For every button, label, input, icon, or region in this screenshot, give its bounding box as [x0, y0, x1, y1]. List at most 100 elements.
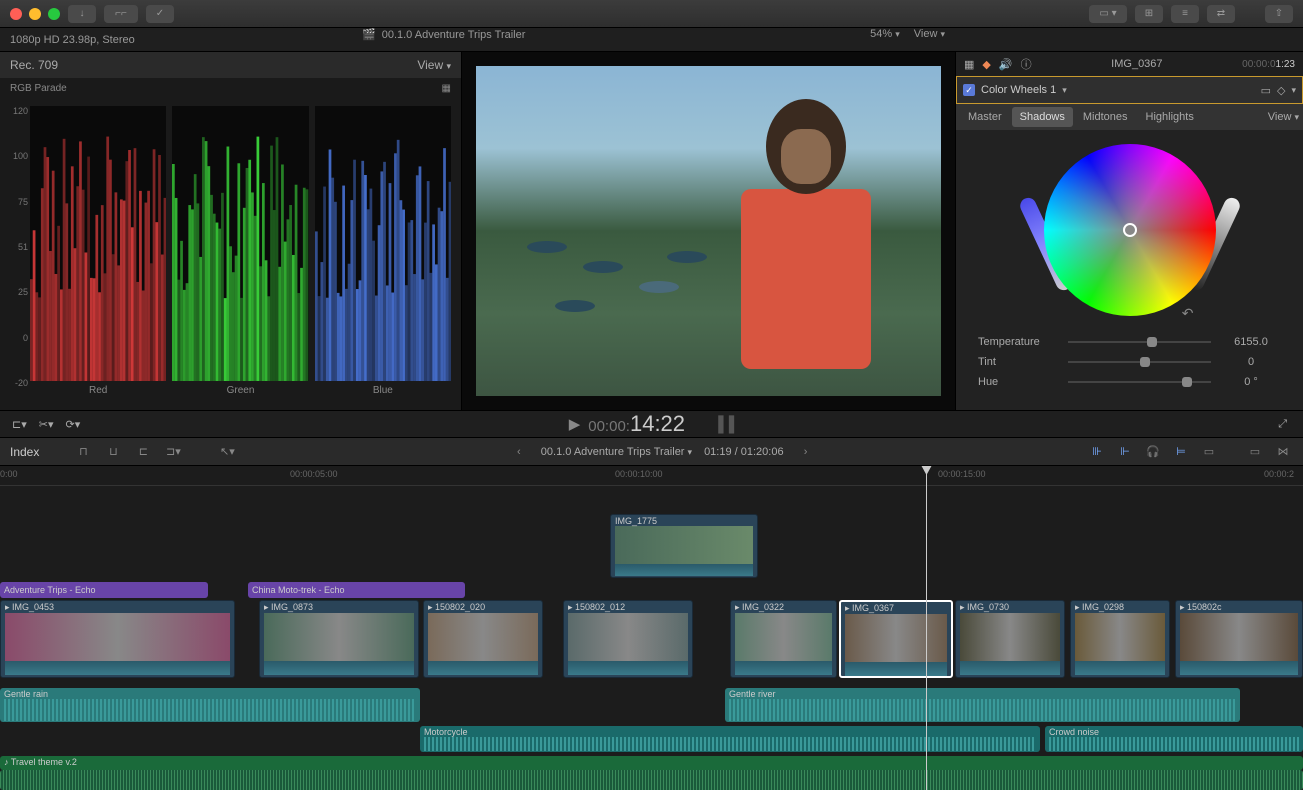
music-waveform[interactable] — [0, 770, 1303, 790]
scopes-view-menu[interactable]: View ▾ — [417, 58, 451, 72]
render-button[interactable]: ▭ — [1199, 444, 1219, 460]
audio-clip[interactable]: Gentle rain — [0, 688, 420, 722]
play-button[interactable]: ▶ — [569, 415, 581, 433]
title-clip[interactable]: Adventure Trips - Echo — [0, 582, 208, 598]
audio-clip[interactable]: Motorcycle — [420, 726, 1040, 752]
keyword-button[interactable]: ⌐⌐ — [104, 5, 138, 23]
viewer-project-title: 00.1.0 Adventure Trips Trailer — [382, 29, 526, 41]
color-wheel-handle[interactable] — [1123, 223, 1137, 237]
transport-timecode: 00:00:14:22 — [588, 411, 685, 437]
tint-label: Tint — [978, 356, 1058, 368]
select-tool-button[interactable]: ↖▾ — [217, 444, 237, 460]
audio-inspector-icon[interactable]: 🔊 — [999, 58, 1013, 71]
effect-enable-checkbox[interactable]: ✓ — [963, 84, 975, 96]
timeline[interactable]: 0:0000:00:05:0000:00:10:0000:00:15:0000:… — [0, 466, 1303, 790]
scopes-subheader: RGB Parade ▦ — [0, 78, 461, 98]
connected-clip[interactable]: IMG_1775 — [610, 514, 758, 578]
video-inspector-icon[interactable]: ▦ — [964, 58, 974, 71]
tools-menu[interactable]: ✂▾ — [39, 418, 54, 431]
video-clip[interactable]: ▸ 150802c — [1175, 600, 1303, 678]
video-clip[interactable]: ▸ IMG_0873 — [259, 600, 419, 678]
viewer-zoom-menu[interactable]: 54% ▾ — [870, 28, 900, 40]
reset-icon[interactable]: ↶ — [1182, 305, 1194, 322]
timeline-toolbar: Index ⊓ ⊔ ⊏ ⊐▾ ↖▾ ‹ 00.1.0 Adventure Tri… — [0, 438, 1303, 466]
inspector-view-menu[interactable]: View ▾ — [1268, 111, 1299, 123]
clip-trim-menu[interactable]: ⊏▾ — [12, 418, 27, 431]
share-button[interactable]: ⇧ — [1265, 5, 1293, 23]
inspector-clip-name: IMG_0367 — [1040, 58, 1235, 70]
list-view-button[interactable]: ≡ — [1171, 5, 1199, 23]
inspector-header: ▦ ◆ 🔊 ⓘ IMG_0367 00:00:000:00:01:231:23 — [956, 52, 1303, 76]
solo-button[interactable]: 🎧 — [1143, 444, 1163, 460]
video-clip[interactable]: ▸ IMG_0730 — [955, 600, 1065, 678]
transitions-browser-button[interactable]: ⋈ — [1273, 444, 1293, 460]
tint-value: 0 — [1221, 356, 1281, 368]
append-clip-button[interactable]: ⊏ — [133, 444, 153, 460]
fullscreen-window-button[interactable] — [48, 8, 60, 20]
close-window-button[interactable] — [10, 8, 22, 20]
viewer-view-menu[interactable]: View ▾ — [914, 28, 945, 40]
hue-label: Hue — [978, 376, 1058, 388]
mask-icon[interactable]: ▭ — [1261, 84, 1271, 97]
effect-name[interactable]: Color Wheels 1 — [981, 84, 1056, 96]
timeline-history-forward-button[interactable]: › — [796, 444, 816, 460]
background-tasks-button[interactable]: ✓ — [146, 5, 174, 23]
video-clip[interactable]: ▸ IMG_0322 — [730, 600, 837, 678]
timeline-ruler[interactable]: 0:0000:00:05:0000:00:10:0000:00:15:0000:… — [0, 466, 1303, 486]
tab-master[interactable]: Master — [960, 107, 1010, 127]
info-inspector-icon[interactable]: ⓘ — [1021, 56, 1032, 72]
video-clip[interactable]: ▸ 150802_012 — [563, 600, 693, 678]
titlebar: ↓ ⌐⌐ ✓ ▭ ▾ ⊞ ≡ ⇄ ⇧ — [0, 0, 1303, 28]
audio-clip[interactable]: Gentle river — [725, 688, 1240, 722]
audio-skimming-button[interactable]: ⊩ — [1115, 444, 1135, 460]
clip-appearance-button[interactable]: ⊞ — [1135, 5, 1163, 23]
ruler-tick: 00:00:10:00 — [615, 469, 663, 479]
timeline-index-button[interactable]: Index — [10, 444, 39, 460]
tab-shadows[interactable]: Shadows — [1012, 107, 1073, 127]
effects-browser-button[interactable]: ▭ — [1245, 444, 1265, 460]
skimming-button[interactable]: ⊪ — [1087, 444, 1107, 460]
colorspace-label: Rec. 709 — [10, 58, 58, 72]
timeline-project-name[interactable]: 00.1.0 Adventure Trips Trailer ▾ — [541, 446, 692, 458]
scope-settings-icon[interactable]: ▦ — [442, 83, 451, 94]
viewer-canvas[interactable] — [476, 66, 941, 396]
overwrite-clip-button[interactable]: ⊐▾ — [163, 444, 183, 460]
arrange-button[interactable]: ▭ ▾ — [1089, 5, 1127, 23]
temperature-slider[interactable] — [1068, 341, 1211, 343]
fullscreen-icon[interactable]: ⤢ — [1278, 418, 1287, 431]
keyframe-icon[interactable]: ◇ — [1277, 84, 1285, 97]
retime-menu[interactable]: ⟳▾ — [66, 418, 81, 431]
playhead[interactable] — [926, 466, 927, 790]
audio-clip[interactable]: Crowd noise — [1045, 726, 1303, 752]
hue-slider[interactable] — [1068, 381, 1211, 383]
snapping-button[interactable]: ⊨ — [1171, 444, 1191, 460]
video-clip[interactable]: ▸ IMG_0298 — [1070, 600, 1170, 678]
video-clip[interactable]: ▸ IMG_0367 — [839, 600, 953, 678]
timeline-tracks[interactable]: IMG_1775 Adventure Trips - Echo China Moto… — [0, 486, 1303, 790]
import-button[interactable]: ↓ — [68, 5, 96, 23]
viewer-panel: 🎬 00.1.0 Adventure Trips Trailer 54% ▾ V… — [462, 52, 955, 410]
color-wheel-tabs: MasterShadowsMidtonesHighlights View ▾ — [956, 104, 1303, 130]
tint-slider[interactable] — [1068, 361, 1211, 363]
effect-row[interactable]: ✓ Color Wheels 1 ▾ ▭ ◇ ▾ — [956, 76, 1303, 104]
tab-highlights[interactable]: Highlights — [1138, 107, 1202, 127]
transport-bar: ⊏▾ ✂▾ ⟳▾ ▶ 00:00:14:22 ▐▐ ⤢ — [0, 410, 1303, 438]
video-clip[interactable]: ▸ IMG_0453 — [0, 600, 235, 678]
minimize-window-button[interactable] — [29, 8, 41, 20]
color-inspector-icon[interactable]: ◆ — [982, 58, 990, 71]
ruler-tick: 00:00:15:00 — [938, 469, 986, 479]
music-clip[interactable]: ♪ Travel theme v.2 — [0, 756, 1303, 770]
timeline-history-back-button[interactable]: ‹ — [509, 444, 529, 460]
parade-channel-label: Green — [172, 385, 308, 396]
tint-param: Tint 0 — [966, 352, 1293, 372]
title-clip[interactable]: China Moto-trek - Echo — [248, 582, 465, 598]
inspector-toggle-button[interactable]: ⇄ — [1207, 5, 1235, 23]
color-wheel[interactable] — [1044, 144, 1216, 316]
insert-clip-button[interactable]: ⊔ — [103, 444, 123, 460]
tab-midtones[interactable]: Midtones — [1075, 107, 1136, 127]
scopes-header: Rec. 709 View ▾ — [0, 52, 461, 78]
timeline-position: 01:19 / 01:20:06 — [704, 446, 784, 458]
color-wheel-area: ↶ Temperature 6155.0Tint 0Hue 0 ° — [956, 130, 1303, 410]
connect-clip-button[interactable]: ⊓ — [73, 444, 93, 460]
video-clip[interactable]: ▸ 150802_020 — [423, 600, 543, 678]
